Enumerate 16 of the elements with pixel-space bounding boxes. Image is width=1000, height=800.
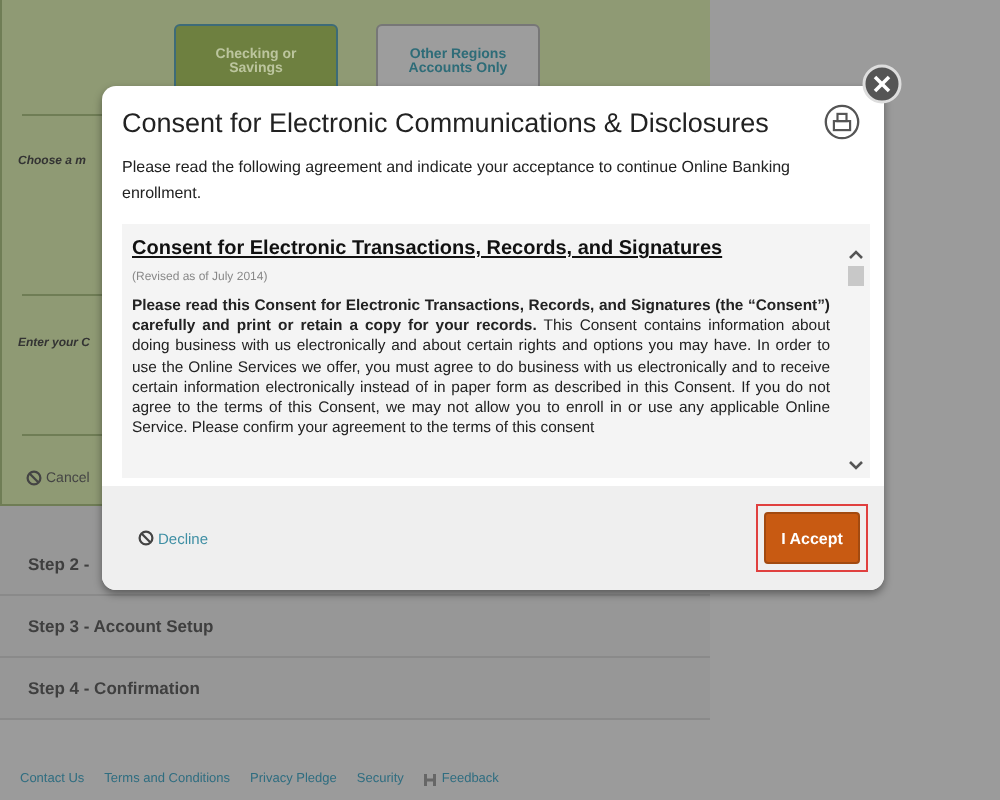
dialog-title: Consent for Electronic Communications & Disclosures (122, 107, 769, 137)
scroll-up-icon[interactable] (847, 248, 863, 260)
accept-button[interactable]: I Accept (764, 512, 860, 564)
close-button[interactable] (862, 64, 902, 104)
document-heading: Consent for Electronic Transactions, Records, and Signatures (132, 238, 725, 260)
decline-icon (138, 530, 154, 546)
step-title: Step 3 - Account Setup (28, 616, 214, 636)
step-title: Step 4 - Confirmation (28, 678, 200, 698)
print-button[interactable] (824, 104, 860, 140)
scroll-thumb[interactable] (847, 266, 863, 286)
feedback-icon (423, 773, 436, 785)
intro-text: Please read the following agreement and indicate your acceptance to continue Online Banking enrollment. (122, 156, 792, 206)
scroll-down-icon[interactable] (847, 460, 863, 472)
step-title: Step 2 - (28, 554, 90, 574)
cancel-icon (26, 470, 42, 486)
print-icon (824, 104, 860, 140)
